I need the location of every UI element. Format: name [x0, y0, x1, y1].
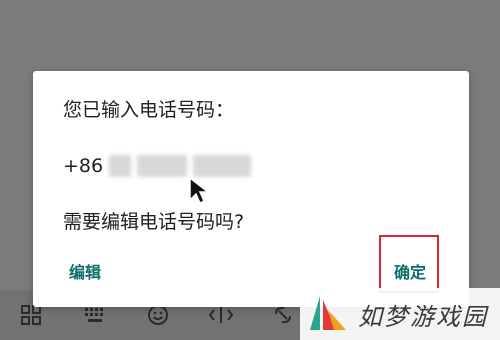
redacted-digits	[137, 155, 188, 177]
mouse-pointer-icon	[189, 176, 210, 205]
sail-logo-icon	[310, 296, 346, 330]
redacted-digits	[193, 155, 252, 177]
watermark-text: 如梦游戏园	[358, 302, 488, 331]
redacted-digits	[109, 155, 132, 177]
phone-number-dialog: 您已输入电话号码： +86 需要编辑电话号码吗? 编辑 确定	[33, 71, 469, 307]
grid-icon[interactable]	[20, 304, 42, 330]
dialog-message-entered: 您已输入电话号码：	[63, 99, 235, 121]
dialog-message-question: 需要编辑电话号码吗?	[63, 211, 245, 233]
text-cursor-icon[interactable]	[208, 304, 234, 330]
keyboard-icon[interactable]	[84, 304, 108, 330]
phone-number-row: +86	[63, 155, 252, 177]
phone-prefix: +86	[63, 155, 104, 177]
confirm-button[interactable]: 确定	[394, 259, 426, 283]
emoji-icon[interactable]	[147, 304, 169, 330]
watermark: 如梦游戏园	[300, 288, 500, 340]
link-icon[interactable]	[272, 304, 294, 330]
edit-button[interactable]: 编辑	[69, 259, 101, 283]
